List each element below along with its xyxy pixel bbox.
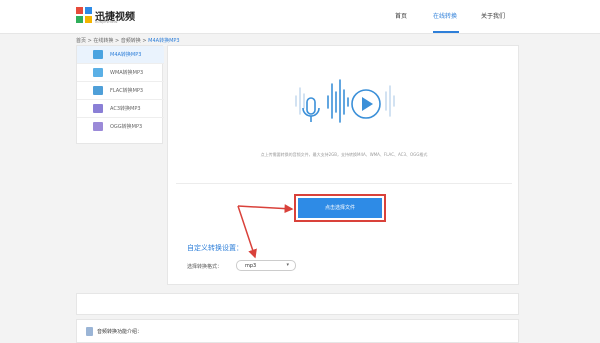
chevron-down-icon: ▾ (286, 262, 289, 268)
site-logo[interactable]: 迅捷视频 XUNJIESHIPIN (76, 6, 136, 26)
document-icon (86, 327, 93, 336)
convert-panel: 点上传需要转换的音频文件，最大支持2GB，支持转换M4A、WMA、FLAC、AC… (167, 45, 519, 285)
breadcrumb-home[interactable]: 首页 (76, 38, 86, 44)
select-file-button[interactable]: 点击选择文件 (298, 198, 382, 218)
nav-home[interactable]: 首页 (395, 11, 407, 20)
format-select[interactable]: mp3 ▾ (236, 260, 296, 271)
sidebar-item-m4a-to-mp3[interactable]: M4A转换MP3 (77, 46, 164, 64)
audio-file-icon (93, 86, 103, 95)
top-header: 迅捷视频 XUNJIESHIPIN 首页 在线转换 关于我们 (0, 0, 600, 34)
nav-online-convert[interactable]: 在线转换 (433, 11, 457, 20)
logo-icon (76, 7, 92, 23)
sidebar-item-wma-to-mp3[interactable]: WMA转换MP3 (77, 64, 164, 82)
audio-file-icon (93, 104, 103, 113)
audio-file-icon (93, 50, 103, 59)
nav-about[interactable]: 关于我们 (481, 11, 505, 20)
audio-upload-illustration (295, 79, 395, 123)
sidebar: M4A转换MP3 WMA转换MP3 FLAC转换MP3 AC3转换MP3 OGG… (76, 45, 164, 144)
format-select-value: mp3 (245, 263, 257, 269)
breadcrumb: 首页 > 在线转换 > 音频转换 > M4A转换MP3 (76, 37, 180, 44)
custom-settings-title: 自定义转换设置： (187, 244, 243, 252)
sidebar-item-label: WMA转换MP3 (110, 70, 144, 76)
divider (176, 183, 512, 184)
breadcrumb-audio-convert[interactable]: 音频转换 (121, 38, 141, 44)
breadcrumb-separator: > (113, 38, 121, 44)
logo-subtext: XUNJIESHIPIN (95, 20, 118, 24)
breadcrumb-current: M4A转换MP3 (148, 38, 180, 44)
audio-file-icon (93, 122, 103, 131)
format-label: 选择转换格式： (187, 264, 223, 270)
sidebar-item-label: FLAC转换MP3 (110, 88, 144, 94)
audio-file-icon (93, 68, 103, 77)
sidebar-item-flac-to-mp3[interactable]: FLAC转换MP3 (77, 82, 164, 100)
breadcrumb-online-convert[interactable]: 在线转换 (93, 38, 113, 44)
info-panel (76, 293, 519, 315)
upload-hint-text: 点上传需要转换的音频文件，最大支持2GB，支持转换M4A、WMA、FLAC、AC… (260, 152, 428, 157)
active-nav-indicator (433, 31, 459, 33)
intro-panel: 音频转换功能介绍： (76, 319, 519, 343)
sidebar-item-label: M4A转换MP3 (110, 52, 142, 58)
sidebar-item-label: AC3转换MP3 (110, 106, 141, 112)
sidebar-item-ac3-to-mp3[interactable]: AC3转换MP3 (77, 100, 164, 118)
sidebar-item-ogg-to-mp3[interactable]: OGG转换MP3 (77, 118, 164, 136)
sidebar-item-label: OGG转换MP3 (110, 124, 143, 130)
intro-title: 音频转换功能介绍： (97, 329, 143, 335)
